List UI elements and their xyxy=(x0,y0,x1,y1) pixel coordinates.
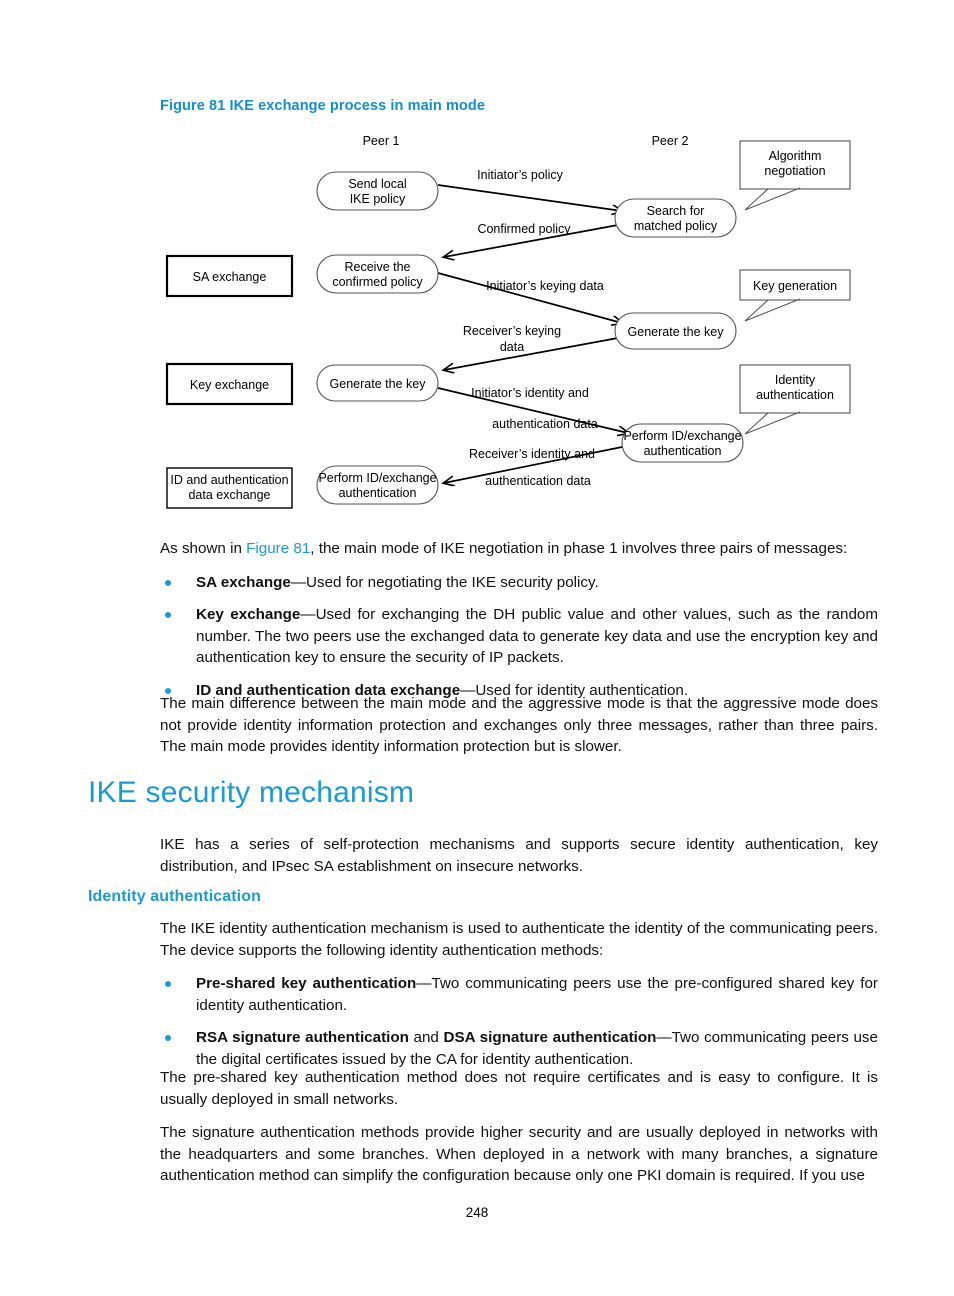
node-generate-the-key-peer2: Generate the key xyxy=(614,312,737,350)
intro-text-before: As shown in xyxy=(160,540,247,557)
node-send-local-ike-policy-label-1: Send local xyxy=(348,177,406,191)
bullet-dot-icon xyxy=(165,612,171,618)
stage-box-sa-exchange-label: SA exchange xyxy=(193,270,267,284)
callout-identity-authentication-label-2: authentication xyxy=(756,388,834,402)
callout-identity-authentication-label-1: Identity xyxy=(775,373,816,387)
node-receive-confirmed-policy: Receive the confirmed policy xyxy=(316,254,439,294)
identity-auth-intro-block: The IKE identity authentication mechanis… xyxy=(160,918,878,1070)
peer1-label: Peer 1 xyxy=(363,134,400,148)
intro-paragraph: As shown in Figure 81, the main mode of … xyxy=(160,538,878,560)
callout-key-generation: Key generation xyxy=(739,269,851,322)
arrow-label-initiators-identity-2: authentication data xyxy=(492,417,598,431)
stage-box-sa-exchange: SA exchange xyxy=(165,254,294,298)
stage-box-id-auth-exchange-label-1: ID and authentication xyxy=(170,473,288,487)
ike-exchange-diagram-svg: Peer 1 Peer 2 SA exchange Key exchange I… xyxy=(165,134,851,509)
bullet-term: RSA signature authentication xyxy=(196,1029,409,1046)
node-send-local-ike-policy-label-2: IKE policy xyxy=(350,192,406,206)
bullet-dot-icon xyxy=(165,1035,171,1041)
callout-identity-authentication: Identity authentication xyxy=(739,364,851,435)
message-pairs-list: SA exchange—Used for negotiating the IKE… xyxy=(160,572,878,702)
arrow-label-receivers-keying-data-2: data xyxy=(500,340,524,354)
callout-key-generation-label: Key generation xyxy=(753,279,837,293)
figure-cross-reference[interactable]: Figure 81 xyxy=(246,540,310,557)
page-number: 248 xyxy=(465,1205,489,1220)
callout-algorithm-negotiation-tail xyxy=(744,187,801,211)
node-send-local-ike-policy: Send local IKE policy xyxy=(316,171,439,211)
stage-box-id-auth-exchange: ID and authentication data exchange xyxy=(166,467,293,509)
node-perform-id-exchange-auth-peer2-label-1: Perform ID/exchange xyxy=(623,429,741,443)
arrow-label-initiators-policy: Initiator’s policy xyxy=(477,168,563,182)
bullet-text: —Used for negotiating the IKE security p… xyxy=(290,573,599,591)
paragraph-preshared-key: The pre-shared key authentication method… xyxy=(160,1069,878,1108)
bullet-term-secondary: DSA signature authentication xyxy=(443,1029,657,1046)
bullet-dot-icon xyxy=(165,981,171,987)
callout-algorithm-negotiation: Algorithm negotiation xyxy=(739,140,851,211)
arrow-label-receivers-identity-2: authentication data xyxy=(485,474,591,488)
bullet-term: Pre-shared key authentication xyxy=(196,975,417,992)
node-perform-id-exchange-auth-peer1-label-2: authentication xyxy=(339,486,417,500)
node-perform-id-exchange-auth-peer1: Perform ID/exchange authentication xyxy=(316,465,439,505)
figure-ike-exchange-main-mode: Peer 1 Peer 2 SA exchange Key exchange I… xyxy=(0,125,954,520)
intro-block: As shown in Figure 81, the main mode of … xyxy=(160,538,878,701)
node-generate-the-key-peer1: Generate the key xyxy=(316,364,439,402)
paragraph-signature-auth: The signature authentication methods pro… xyxy=(160,1124,878,1184)
arrow-receivers-keying-data xyxy=(444,337,619,370)
arrow-label-receivers-keying-data-1: Receiver’s keying xyxy=(463,324,561,338)
callout-identity-authentication-tail xyxy=(744,411,801,435)
arrow-label-initiators-identity-1: Initiator’s identity and xyxy=(471,386,589,400)
peer2-label: Peer 2 xyxy=(652,134,689,148)
node-search-for-matched-policy-label-2: matched policy xyxy=(634,219,718,233)
paragraph-main-mode-difference: The main difference between the main mod… xyxy=(160,695,878,755)
paragraph-section-intro: IKE has a series of self-protection mech… xyxy=(160,836,878,875)
callout-algorithm-negotiation-label-2: negotiation xyxy=(764,164,825,178)
callout-key-generation-tail xyxy=(744,298,801,322)
list-item: SA exchange—Used for negotiating the IKE… xyxy=(160,572,878,594)
node-search-for-matched-policy: Search for matched policy xyxy=(614,198,737,238)
node-perform-id-exchange-auth-peer2: Perform ID/exchange authentication xyxy=(621,423,744,463)
list-item: Pre-shared key authentication—Two commun… xyxy=(160,973,878,1016)
list-item: RSA signature authentication and DSA sig… xyxy=(160,1027,878,1070)
node-perform-id-exchange-auth-peer2-label-2: authentication xyxy=(644,444,722,458)
node-generate-the-key-peer1-label: Generate the key xyxy=(330,377,427,391)
node-receive-confirmed-policy-label-1: Receive the xyxy=(344,260,410,274)
stage-box-key-exchange-label: Key exchange xyxy=(190,378,269,392)
arrow-initiators-policy xyxy=(437,184,622,211)
bullet-dot-icon xyxy=(165,579,171,586)
document-page: Figure 81 IKE exchange process in main m… xyxy=(0,0,954,1296)
arrow-label-initiators-keying-data: Initiator’s keying data xyxy=(486,279,604,293)
arrow-label-confirmed-policy: Confirmed policy xyxy=(477,222,571,236)
stage-box-id-auth-exchange-label-2: data exchange xyxy=(188,488,270,502)
auth-methods-list: Pre-shared key authentication—Two commun… xyxy=(160,973,878,1070)
stage-box-key-exchange: Key exchange xyxy=(165,362,294,406)
page-title: IKE security mechanism xyxy=(88,776,415,809)
callout-algorithm-negotiation-label-1: Algorithm xyxy=(769,149,822,163)
section-intro-block: IKE has a series of self-protection mech… xyxy=(160,834,878,877)
node-search-for-matched-policy-label-1: Search for xyxy=(647,204,705,218)
bullet-conjunction: and xyxy=(408,1029,444,1046)
node-generate-the-key-peer2-label: Generate the key xyxy=(628,325,725,339)
node-perform-id-exchange-auth-peer1-label-1: Perform ID/exchange xyxy=(318,471,436,485)
node-receive-confirmed-policy-label-2: confirmed policy xyxy=(332,275,423,289)
list-item: Key exchange—Used for exchanging the DH … xyxy=(160,604,878,669)
bullet-term: Key exchange xyxy=(196,606,301,623)
preshared-paragraph-block: The pre-shared key authentication method… xyxy=(160,1067,878,1187)
bullet-term: SA exchange xyxy=(196,573,291,591)
paragraph-identity-intro: The IKE identity authentication mechanis… xyxy=(160,920,878,959)
figure-caption: Figure 81 IKE exchange process in main m… xyxy=(160,98,486,114)
main-mode-difference-block: The main difference between the main mod… xyxy=(160,693,878,758)
section-heading-identity-authentication: Identity authentication xyxy=(88,888,261,905)
arrow-label-receivers-identity-1: Receiver’s identity and xyxy=(469,447,595,461)
intro-text-after: , the main mode of IKE negotiation in ph… xyxy=(310,540,848,557)
